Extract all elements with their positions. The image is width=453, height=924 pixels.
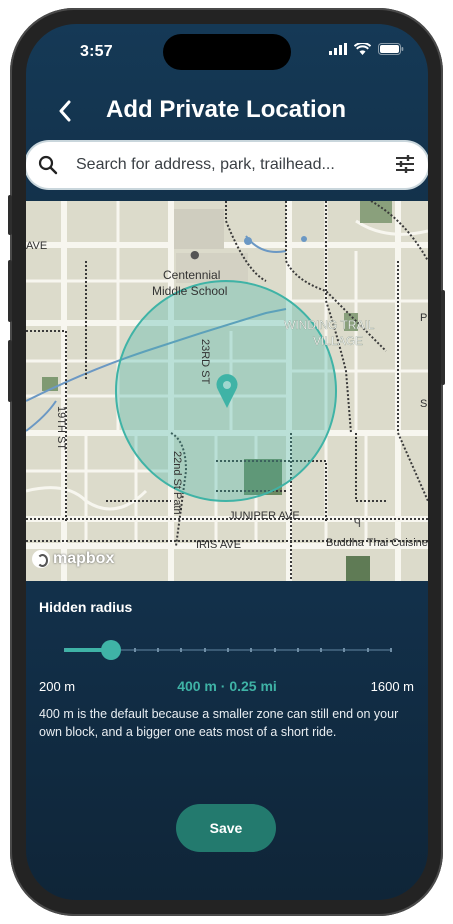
map-label-iris: IRIS AVE — [196, 539, 241, 551]
search-icon — [38, 155, 58, 175]
map-label-23rd: 23RD ST — [199, 339, 211, 385]
slider-tick — [203, 648, 206, 652]
radius-description: 400 m is the default because a smaller z… — [39, 707, 399, 739]
slider-tick — [320, 648, 323, 652]
slider-tick — [157, 648, 160, 652]
svg-text:ꟼ: ꟼ — [354, 516, 361, 530]
side-button-volume-up — [8, 260, 12, 322]
signal-icon — [329, 43, 347, 55]
map-label-winding-2: VILLAGE — [313, 334, 363, 348]
dynamic-island — [163, 34, 291, 70]
map-view[interactable]: ● ꟼ AVE Centennial Middle School WINDING… — [26, 201, 428, 581]
slider-tick — [180, 648, 183, 652]
map-label-school-1: Centennial — [163, 268, 220, 282]
map-label-winding-1: WINDING TRAIL — [284, 318, 375, 332]
map-label-buddha: Buddha Thai Cuisine — [326, 537, 428, 549]
map-label-p: P — [420, 312, 427, 324]
chevron-left-icon — [59, 100, 71, 122]
map-label-ave: AVE — [26, 240, 47, 252]
back-button[interactable] — [58, 96, 82, 126]
radius-slider[interactable] — [64, 640, 392, 660]
slider-thumb[interactable] — [100, 640, 121, 660]
slider-tick — [273, 648, 276, 652]
slider-tick — [366, 648, 369, 652]
status-icons — [329, 43, 404, 55]
map-canvas: ● ꟼ AVE Centennial Middle School WINDING… — [26, 201, 428, 581]
battery-icon — [378, 43, 404, 55]
slider-max-label: 1600 m — [370, 679, 414, 694]
side-button-volume-down — [8, 340, 12, 402]
svg-text:●: ● — [190, 248, 200, 261]
slider-current-value: 400 m · 0.25 mi — [177, 678, 277, 694]
save-button[interactable]: Save — [176, 804, 276, 852]
search-bar[interactable]: Search for address, park, trailhead... — [26, 142, 428, 188]
sliders-icon[interactable] — [394, 153, 416, 175]
slider-tick — [390, 648, 392, 652]
mapbox-attribution[interactable]: mapbox — [32, 550, 114, 568]
wifi-icon — [354, 43, 371, 55]
mapbox-label: mapbox — [53, 550, 115, 567]
app-screen: 3:57 Add Private Location Search for add… — [26, 24, 428, 900]
header: Add Private Location — [26, 92, 428, 132]
slider-tick — [227, 648, 229, 652]
map-label-school-2: Middle School — [152, 284, 227, 298]
slider-tick — [296, 648, 299, 652]
mapbox-logo-icon — [32, 550, 50, 568]
slider-tick — [250, 648, 253, 652]
status-time: 3:57 — [80, 43, 113, 60]
hidden-radius-label: Hidden radius — [39, 599, 133, 615]
status-bar: 3:57 — [26, 24, 428, 74]
search-input[interactable]: Search for address, park, trailhead... — [76, 156, 335, 174]
map-label-s: S — [420, 398, 427, 410]
side-button-power — [441, 290, 445, 385]
slider-tick — [133, 648, 136, 652]
map-label-22nd-path: 22nd St Path — [171, 451, 183, 515]
page-title: Add Private Location — [106, 96, 347, 123]
side-button-action — [8, 195, 12, 235]
slider-tick — [343, 648, 346, 652]
map-label-juniper: JUNIPER AVE — [229, 510, 300, 522]
map-label-19th: 19TH ST — [55, 406, 67, 450]
